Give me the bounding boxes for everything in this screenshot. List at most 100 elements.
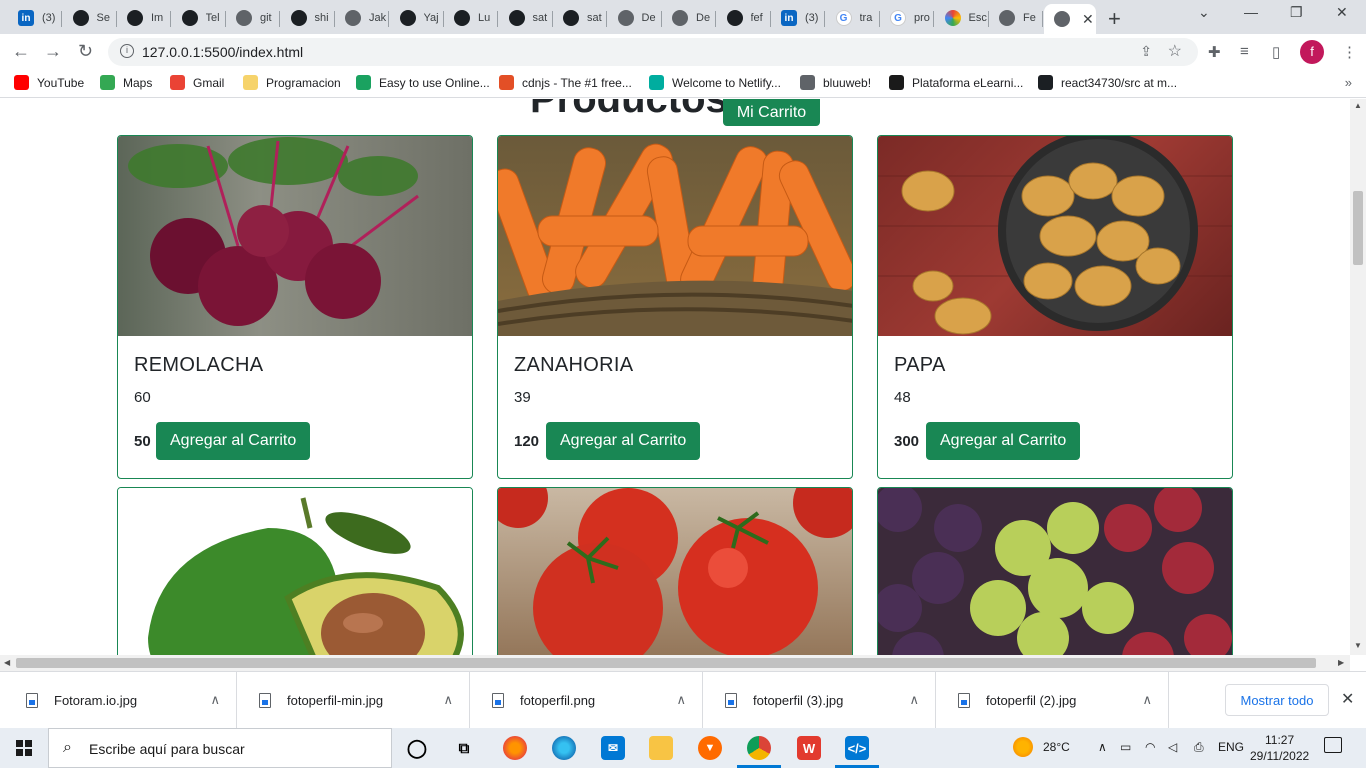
bookmark-item[interactable]: cdnjs - The #1 free... xyxy=(499,75,632,90)
restore-button[interactable]: ❐ xyxy=(1290,4,1303,21)
taskbar-clock[interactable]: 11:27 29/11/2022 xyxy=(1250,732,1309,764)
browser-tab[interactable]: De xyxy=(662,4,716,32)
bookmark-star-icon[interactable]: ☆ xyxy=(1168,41,1182,61)
browser-tab[interactable]: Gpro xyxy=(880,4,934,32)
url-text[interactable]: 127.0.0.1:5500/index.html xyxy=(142,44,303,60)
close-window-button[interactable]: ✕ xyxy=(1336,4,1348,21)
battery-icon[interactable]: ▭ xyxy=(1120,740,1131,754)
browser-tab[interactable]: Jak xyxy=(335,4,389,32)
temperature[interactable]: 28°C xyxy=(1043,740,1070,754)
brave-icon[interactable]: ▼ xyxy=(698,736,722,760)
bookmark-label: Plataforma eLearni... xyxy=(912,75,1024,90)
forward-icon[interactable]: → xyxy=(44,41,62,62)
download-item[interactable]: fotoperfil-min.jpg ∧ xyxy=(237,672,470,729)
show-all-downloads-button[interactable]: Mostrar todo xyxy=(1225,684,1329,716)
task-view-icon[interactable]: ⧉ xyxy=(452,736,476,760)
download-item[interactable]: Fotoram.io.jpg ∧ xyxy=(4,672,237,729)
close-downloads-icon[interactable]: ✕ xyxy=(1341,689,1354,709)
taskbar-search-box[interactable]: ⌕ Escribe aquí para buscar xyxy=(48,728,392,768)
browser-tab[interactable]: Lu xyxy=(444,4,498,32)
browser-tab[interactable]: Tel xyxy=(172,4,226,32)
browser-tab[interactable]: sat xyxy=(499,4,553,32)
bookmark-item[interactable]: Programacion xyxy=(243,75,341,90)
add-to-cart-button[interactable]: Agregar al Carrito xyxy=(546,422,701,460)
bookmark-item[interactable]: YouTube xyxy=(14,75,84,90)
browser-tab[interactable]: in (3) xyxy=(8,4,62,32)
download-options-icon[interactable]: ∧ xyxy=(210,692,220,708)
language-indicator[interactable]: ENG xyxy=(1218,740,1244,754)
bookmark-item[interactable]: Easy to use Online... xyxy=(356,75,490,90)
vertical-scroll-thumb[interactable] xyxy=(1353,191,1363,265)
download-options-icon[interactable]: ∧ xyxy=(443,692,453,708)
cortana-icon[interactable]: ◯ xyxy=(405,736,429,760)
download-options-icon[interactable]: ∧ xyxy=(909,692,919,708)
browser-tab[interactable]: Esc xyxy=(935,4,989,32)
tray-overflow-icon[interactable]: ∧ xyxy=(1098,740,1107,754)
bookmarks-overflow-button[interactable]: » xyxy=(1345,75,1352,90)
browser-tab[interactable]: Yaj xyxy=(390,4,444,32)
site-info-icon[interactable]: i xyxy=(120,44,134,58)
profile-avatar[interactable]: f xyxy=(1300,40,1324,64)
download-item[interactable]: fotoperfil (2).jpg ∧ xyxy=(936,672,1169,729)
notifications-icon[interactable] xyxy=(1324,737,1342,753)
browser-tab[interactable]: Im xyxy=(117,4,171,32)
volume-icon[interactable]: ◁ xyxy=(1168,740,1177,754)
add-to-cart-button[interactable]: Agregar al Carrito xyxy=(156,422,311,460)
horizontal-scrollbar[interactable]: ◀ ▶ xyxy=(0,655,1350,671)
scroll-down-icon[interactable]: ▼ xyxy=(1354,641,1362,650)
weather-icon[interactable] xyxy=(1013,737,1033,757)
browser-tab[interactable]: shi xyxy=(281,4,335,32)
chrome-icon[interactable] xyxy=(737,736,781,768)
new-tab-button[interactable]: + xyxy=(1108,6,1121,32)
horizontal-scroll-thumb[interactable] xyxy=(16,658,1316,668)
mail-icon[interactable]: ✉ xyxy=(601,736,625,760)
bookmark-item[interactable]: Gmail xyxy=(170,75,224,90)
tab-title: tra xyxy=(859,12,873,24)
scroll-right-icon[interactable]: ▶ xyxy=(1338,658,1344,667)
vertical-scrollbar[interactable]: ▲ ▼ xyxy=(1350,99,1366,655)
browser-tab[interactable]: Se xyxy=(63,4,117,32)
taskbar-search-placeholder[interactable]: Escribe aquí para buscar xyxy=(89,741,245,757)
cart-button[interactable]: Mi Carrito xyxy=(723,99,820,126)
edge-icon[interactable] xyxy=(552,736,576,760)
extensions-icon[interactable]: ✚ xyxy=(1208,43,1221,61)
bookmark-item[interactable]: react34730/src at m... xyxy=(1038,75,1177,90)
menu-icon[interactable]: ⋮ xyxy=(1342,43,1357,61)
minimize-button[interactable]: — xyxy=(1244,4,1258,20)
scroll-left-icon[interactable]: ◀ xyxy=(4,658,10,667)
browser-tab[interactable]: Fe xyxy=(989,4,1043,32)
bookmark-item[interactable]: Welcome to Netlify... xyxy=(649,75,781,90)
back-icon[interactable]: ← xyxy=(12,41,30,62)
firefox-icon[interactable] xyxy=(503,736,527,760)
scroll-up-icon[interactable]: ▲ xyxy=(1354,101,1362,110)
bookmark-item[interactable]: Maps xyxy=(100,75,152,90)
download-options-icon[interactable]: ∧ xyxy=(1142,692,1152,708)
active-tab[interactable]: ✕ xyxy=(1044,4,1096,34)
tab-search-icon[interactable]: ⌄ xyxy=(1198,4,1210,21)
download-options-icon[interactable]: ∧ xyxy=(676,692,686,708)
reload-icon[interactable]: ↻ xyxy=(78,41,93,62)
browser-tab[interactable]: sat xyxy=(553,4,607,32)
download-item[interactable]: fotoperfil.png ∧ xyxy=(470,672,703,729)
share-icon[interactable]: ⇪ xyxy=(1140,43,1152,60)
device-icon[interactable]: ⎙ xyxy=(1194,740,1204,755)
address-bar[interactable]: i 127.0.0.1:5500/index.html ⇪ ☆ xyxy=(108,38,1198,66)
browser-tab[interactable]: fef xyxy=(717,4,771,32)
bookmark-item[interactable]: bluuweb! xyxy=(800,75,871,90)
browser-tab[interactable]: Gtra xyxy=(826,4,880,32)
wifi-icon[interactable]: ◠ xyxy=(1145,740,1155,754)
windows-start-icon[interactable] xyxy=(16,740,32,756)
browser-tab[interactable]: in (3) xyxy=(771,4,825,32)
add-to-cart-button[interactable]: Agregar al Carrito xyxy=(926,422,1081,460)
close-tab-icon[interactable]: ✕ xyxy=(1082,11,1094,28)
vscode-icon[interactable]: </> xyxy=(835,736,879,768)
download-item[interactable]: fotoperfil (3).jpg ∧ xyxy=(703,672,936,729)
browser-tab[interactable]: git xyxy=(226,4,280,32)
file-explorer-icon[interactable] xyxy=(649,736,673,760)
side-panel-icon[interactable]: ▯ xyxy=(1272,43,1280,61)
bookmark-item[interactable]: Plataforma eLearni... xyxy=(889,75,1023,90)
carrot-image xyxy=(498,136,852,336)
wps-icon[interactable]: W xyxy=(797,736,821,760)
media-icon[interactable]: ≡ xyxy=(1240,43,1249,60)
browser-tab[interactable]: De xyxy=(608,4,662,32)
